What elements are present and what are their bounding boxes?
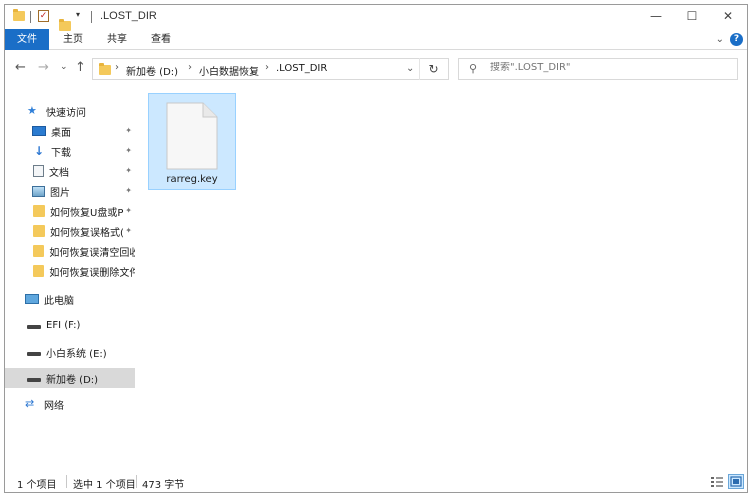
folder-icon [33, 225, 45, 237]
download-icon: ↓ [33, 144, 45, 158]
file-icon [166, 102, 218, 170]
breadcrumb-separator: › [115, 62, 119, 73]
ribbon-tabs: 文件 主页 共享 查看 ⌄ ? [5, 29, 747, 50]
pin-icon: ✦ [125, 166, 132, 175]
sidebar-item-downloads[interactable]: ↓ 下载 ✦ [5, 141, 135, 161]
search-box[interactable]: ⚲ [458, 58, 738, 80]
navigation-pane: ★ 快速访问 桌面 ✦ ↓ 下载 ✦ 文档 ✦ 图片 ✦ 如何恢复U盘或P ✦ [5, 97, 135, 467]
sidebar-item-documents[interactable]: 文档 ✦ [5, 161, 135, 181]
help-icon[interactable]: ? [730, 33, 743, 46]
window-title: .LOST_DIR [100, 10, 157, 22]
star-icon: ★ [27, 104, 37, 117]
sidebar-item-label: 快速访问 [46, 107, 86, 119]
pictures-icon [32, 185, 45, 197]
file-item[interactable]: rarreg.key [148, 93, 236, 190]
folder-icon[interactable] [13, 9, 25, 21]
folder-icon [33, 265, 45, 277]
breadcrumb-folder[interactable]: 小白数据恢复 [199, 63, 259, 78]
selection-size: 473 字节 [142, 480, 185, 491]
item-count: 1 个项目 [17, 480, 57, 491]
large-icons-view-icon [730, 476, 742, 487]
separator [30, 11, 31, 23]
sidebar-item-label: 下载 [51, 147, 71, 159]
expand-ribbon-icon[interactable]: ⌄ [716, 34, 724, 45]
up-arrow-icon[interactable]: ↑ [75, 60, 86, 75]
search-input[interactable] [490, 62, 730, 73]
back-arrow-icon[interactable]: ← [15, 60, 26, 75]
tab-view[interactable]: 查看 [139, 29, 183, 50]
maximize-button[interactable]: ☐ [675, 5, 709, 27]
properties-icon[interactable]: ✓ [38, 10, 49, 22]
desktop-icon [32, 126, 46, 136]
sidebar-item-drive-d[interactable]: 新加卷 (D:) [5, 368, 135, 388]
sidebar-item-quick-access[interactable]: ★ 快速访问 [5, 101, 135, 121]
sidebar-item-label: 新加卷 (D:) [46, 374, 99, 386]
sidebar-item-label: 如何恢复U盘或P [50, 207, 124, 219]
sidebar-item-label: 桌面 [51, 127, 71, 139]
sidebar-item-drive-e[interactable]: 小白系统 (E:) [5, 342, 135, 362]
address-dropdown-icon[interactable]: ⌄ [406, 63, 414, 74]
sidebar-item-pictures[interactable]: 图片 ✦ [5, 181, 135, 201]
separator [136, 475, 137, 488]
drive-icon [27, 378, 41, 382]
close-button[interactable]: ✕ [711, 5, 745, 27]
sidebar-item-label: 此电脑 [44, 295, 74, 307]
address-bar[interactable]: › 新加卷 (D:) › 小白数据恢复 › .LOST_DIR ⌄ [92, 58, 449, 80]
sidebar-item-drive-f[interactable]: EFI (F:) [5, 315, 135, 335]
sidebar-item-folder-3[interactable]: 如何恢复误清空回收 [5, 241, 135, 261]
breadcrumb-separator: › [265, 62, 269, 73]
status-bar: 1 个项目 选中 1 个项目 473 字节 [5, 471, 747, 493]
large-icons-view-button[interactable] [728, 474, 744, 489]
sidebar-item-folder-2[interactable]: 如何恢复误格式( ✦ [5, 221, 135, 241]
breadcrumb-current[interactable]: .LOST_DIR [276, 63, 327, 74]
tab-share[interactable]: 共享 [95, 29, 139, 50]
pin-icon: ✦ [125, 146, 132, 155]
sidebar-item-label: 图片 [50, 187, 70, 199]
drive-icon [27, 325, 41, 329]
sidebar-item-this-pc[interactable]: 此电脑 [5, 289, 135, 309]
sidebar-item-label: 如何恢复误格式( [50, 227, 124, 239]
computer-icon [25, 294, 39, 304]
forward-arrow-icon[interactable]: → [38, 60, 49, 75]
sidebar-item-network[interactable]: ⇄ 网络 [5, 394, 135, 414]
sidebar-item-folder-4[interactable]: 如何恢复误删除文件 [5, 261, 135, 281]
refresh-button[interactable]: ↻ [419, 58, 447, 80]
breadcrumb-separator: › [188, 62, 192, 73]
minimize-button[interactable]: — [639, 5, 673, 27]
sidebar-item-label: EFI (F:) [46, 319, 81, 331]
separator [91, 11, 92, 23]
folder-icon [33, 245, 45, 257]
document-icon [33, 165, 44, 177]
file-list[interactable]: rarreg.key [139, 85, 747, 465]
quick-access-dropdown-icon[interactable]: ▾ [76, 10, 80, 19]
sidebar-item-label: 文档 [49, 167, 69, 179]
details-view-button[interactable] [709, 474, 725, 489]
breadcrumb-drive[interactable]: 新加卷 (D:) [126, 63, 178, 78]
sidebar-item-label: 网络 [44, 400, 64, 412]
pin-icon: ✦ [125, 186, 132, 195]
drive-icon [27, 352, 41, 356]
network-icon: ⇄ [25, 397, 35, 410]
title-bar: ✓ ▾ .LOST_DIR — ☐ ✕ [5, 5, 747, 31]
sidebar-item-label: 如何恢复误删除文件 [49, 267, 135, 279]
pin-icon: ✦ [125, 206, 132, 215]
navigation-bar: ← → ⌄ ↑ › 新加卷 (D:) › 小白数据恢复 › .LOST_DIR … [5, 51, 747, 85]
folder-icon [99, 63, 111, 75]
sidebar-item-label: 小白系统 (E:) [46, 348, 107, 360]
search-icon: ⚲ [469, 62, 478, 75]
tab-file[interactable]: 文件 [5, 29, 49, 50]
pin-icon: ✦ [125, 126, 132, 135]
folder-icon [33, 205, 45, 217]
pin-icon: ✦ [125, 226, 132, 235]
sidebar-item-desktop[interactable]: 桌面 ✦ [5, 121, 135, 141]
sidebar-item-folder-1[interactable]: 如何恢复U盘或P ✦ [5, 201, 135, 221]
tab-home[interactable]: 主页 [51, 29, 95, 50]
selection-count: 选中 1 个项目 [73, 480, 136, 491]
separator [66, 475, 67, 488]
file-name: rarreg.key [166, 174, 218, 185]
recent-locations-icon[interactable]: ⌄ [60, 62, 68, 72]
explorer-window: ✓ ▾ .LOST_DIR — ☐ ✕ 文件 主页 共享 查看 ⌄ ? ← → … [4, 4, 748, 493]
details-view-icon [711, 477, 723, 487]
sidebar-item-label: 如何恢复误清空回收 [49, 247, 135, 259]
